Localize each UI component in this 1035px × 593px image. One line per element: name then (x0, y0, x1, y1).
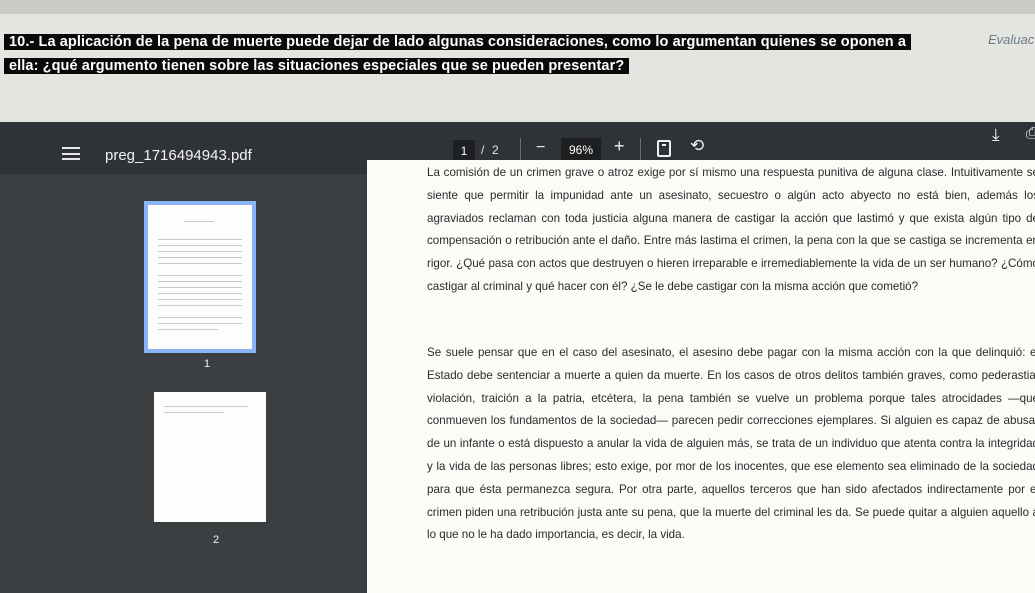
thumb-text-line (158, 281, 242, 282)
thumb-text-line (164, 406, 248, 407)
zoom-level-input[interactable]: 96% (561, 138, 601, 162)
thumb-text-line (158, 287, 242, 288)
thumbnail-page-1[interactable] (144, 201, 256, 353)
print-icon[interactable]: ⎙ (1026, 125, 1035, 143)
zoom-out-button[interactable]: − (536, 139, 545, 157)
question-line-1: 10.- La aplicación de la pena de muerte … (4, 34, 912, 50)
thumb-text-line (158, 245, 242, 246)
top-strip (0, 0, 1035, 14)
fit-page-icon[interactable] (657, 140, 671, 157)
paragraph-1: La comisión de un crimen grave o atroz e… (427, 166, 1035, 293)
download-icon[interactable]: ⤓ (992, 125, 1000, 145)
thumb-text-line (158, 299, 242, 300)
thumb-text-line (164, 412, 224, 413)
evaluation-label: Evaluac (988, 32, 1035, 47)
thumb-text-line (158, 275, 242, 276)
thumbnail-label-2: 2 (213, 534, 220, 546)
thumb-text-line (158, 263, 242, 264)
page-number-input[interactable]: 1 (453, 140, 475, 162)
thumb-text-line (158, 239, 242, 240)
document-page: La comisión de un crimen grave o atroz e… (367, 160, 1035, 593)
thumbnail-page-2[interactable] (154, 392, 266, 522)
thumb-text-line (158, 317, 242, 318)
paragraph-2: Se suele pensar que en el caso del asesi… (427, 346, 1035, 542)
pdf-viewer: preg_1716494943.pdf 1 / 2 − 96% + ⟲ ⤓ ⎙ … (0, 122, 1035, 593)
rotate-icon[interactable]: ⟲ (690, 136, 704, 156)
thumb-text-line (158, 251, 242, 252)
thumb-text-line (158, 323, 242, 324)
thumb-text-line (158, 257, 242, 258)
toolbar-divider (640, 138, 641, 162)
thumb-text-line (184, 221, 214, 222)
document-title: preg_1716494943.pdf (105, 147, 252, 164)
thumb-text-line (158, 293, 242, 294)
menu-icon[interactable] (62, 147, 80, 160)
zoom-in-button[interactable]: + (614, 136, 625, 157)
thumbnail-label-1: 1 (204, 358, 211, 370)
page-total: 2 (492, 143, 499, 157)
thumb-text-line (158, 305, 242, 306)
thumb-text-line (158, 329, 218, 330)
question-line-2: ella: ¿qué argumento tienen sobre las si… (4, 58, 630, 74)
toolbar-divider (520, 138, 521, 162)
page-separator: / (481, 143, 485, 157)
question-area: 10.- La aplicación de la pena de muerte … (0, 14, 1035, 124)
